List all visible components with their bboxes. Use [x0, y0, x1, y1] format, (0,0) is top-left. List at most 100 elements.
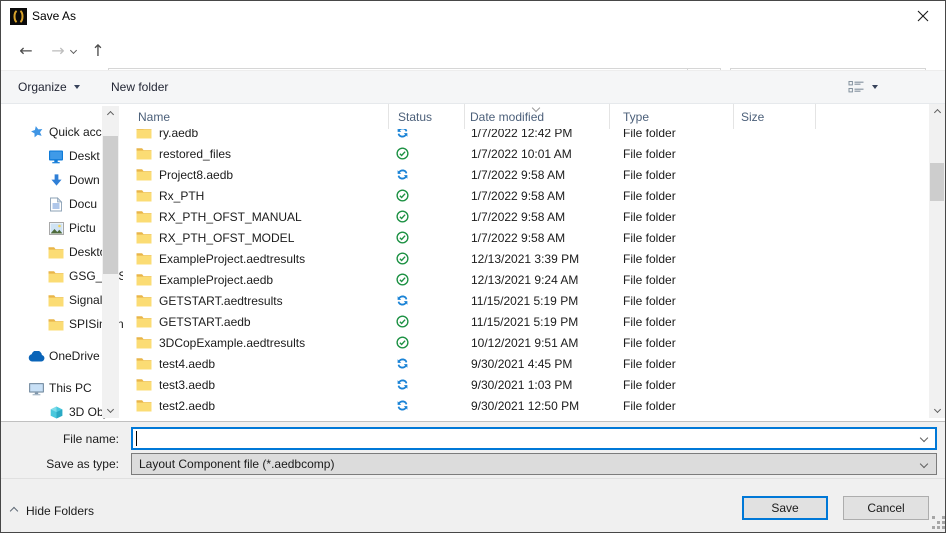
back-button[interactable]: ← [13, 31, 39, 70]
date-modified-cell: 1/7/2022 9:58 AM [471, 230, 566, 245]
column-header-date-modified[interactable]: Date modified [465, 103, 610, 129]
file-row[interactable]: GETSTART.aedtresults 11/15/2021 5:19 PM Fi… [126, 290, 929, 311]
synced-icon [396, 210, 409, 223]
syncing-icon [396, 129, 409, 139]
organize-menu[interactable]: Organize [18, 71, 80, 103]
file-row[interactable]: test4.aedb 9/30/2021 4:45 PM File folder [126, 353, 929, 374]
folder-icon [136, 231, 152, 244]
file-name-input[interactable] [131, 427, 937, 450]
file-name-cell: Rx_PTH [126, 189, 389, 203]
file-list: Name Status Date modified Type Size ry.a… [126, 103, 929, 421]
up-button[interactable]: ↑ [85, 31, 111, 70]
close-icon [917, 10, 928, 22]
folder-icon [136, 273, 152, 286]
file-row[interactable]: restored_files 1/7/2022 10:01 AM File fold… [126, 143, 929, 164]
save-as-type-value: Layout Component file (*.aedbcomp) [139, 457, 335, 471]
details-view-icon [848, 81, 864, 93]
file-row[interactable]: GETSTART.aedb 11/15/2021 5:19 PM File fold… [126, 311, 929, 332]
save-button[interactable]: Save [742, 496, 828, 520]
close-button[interactable] [900, 1, 945, 31]
document-icon [47, 196, 65, 212]
scrollbar-thumb[interactable] [103, 136, 118, 274]
scrollbar-thumb[interactable] [930, 163, 944, 201]
type-cell: File folder [623, 398, 676, 413]
type-cell: File folder [623, 293, 676, 308]
file-name-cell: ry.aedb [126, 129, 389, 140]
folder-icon [136, 399, 152, 412]
file-name-cell: RX_PTH_OFST_MANUAL [126, 210, 389, 224]
scroll-down-icon[interactable] [102, 401, 119, 418]
type-cell: File folder [623, 230, 676, 245]
title-bar[interactable]: Save As [1, 1, 945, 31]
scroll-down-icon[interactable] [929, 401, 945, 418]
folder-icon [136, 147, 152, 160]
syncing-icon [396, 168, 409, 181]
syncing-icon [396, 399, 409, 412]
recent-locations-button[interactable] [65, 31, 81, 70]
cancel-button[interactable]: Cancel [843, 496, 929, 520]
file-name-text: ExampleProject.aedb [159, 272, 274, 287]
quick-access-star-icon [27, 124, 45, 140]
scroll-up-icon[interactable] [929, 104, 945, 121]
column-header-size[interactable]: Size [734, 104, 816, 129]
hide-folders-button[interactable]: Hide Folders [9, 502, 95, 520]
list-scrollbar[interactable] [929, 104, 945, 418]
type-cell: File folder [623, 167, 676, 182]
dialog-title: Save As [32, 9, 77, 23]
file-row[interactable]: RX_PTH_OFST_MODEL 1/7/2022 9:58 AM File fo… [126, 227, 929, 248]
date-modified-cell: 1/7/2022 9:58 AM [471, 167, 566, 182]
folder-icon [47, 292, 65, 308]
file-row[interactable]: test3.aedb 9/30/2021 1:03 PM File folder [126, 374, 929, 395]
folder-icon [136, 378, 152, 391]
synced-icon [396, 147, 409, 160]
file-name-cell: test2.aedb [126, 399, 389, 413]
folder-icon [136, 315, 152, 328]
change-view-button[interactable] [848, 71, 878, 103]
sidebar-item-label: Deskt [69, 149, 100, 163]
file-name-cell: GETSTART.aedtresults [126, 294, 389, 308]
file-name-text: RX_PTH_OFST_MODEL [159, 230, 295, 245]
new-folder-button[interactable]: New folder [111, 71, 168, 103]
column-header-type[interactable]: Type [610, 104, 734, 129]
date-modified-cell: 11/15/2021 5:19 PM [471, 314, 579, 329]
column-header-status[interactable]: Status [389, 104, 465, 129]
file-row[interactable]: RX_PTH_OFST_MANUAL 1/7/2022 9:58 AM File f… [126, 206, 929, 227]
file-row[interactable]: ExampleProject.aedb 12/13/2021 9:24 AM Fil… [126, 269, 929, 290]
file-name-cell: ExampleProject.aedb [126, 273, 389, 287]
date-modified-cell: 9/30/2021 12:50 PM [471, 398, 580, 413]
syncing-icon [396, 378, 409, 391]
type-cell: File folder [623, 272, 676, 287]
resize-grip-icon[interactable] [932, 516, 935, 519]
this-pc-monitor-icon [27, 380, 45, 396]
file-name-text: 3DCopExample.aedtresults [159, 335, 306, 350]
sidebar-item-label: Pictu [69, 221, 96, 235]
file-row[interactable]: ExampleProject.aedtresults 12/13/2021 3:3… [126, 248, 929, 269]
file-row[interactable]: Rx_PTH 1/7/2022 9:58 AM File folder [126, 185, 929, 206]
folder-icon [136, 357, 152, 370]
file-rows-viewport: ry.aedb 1/7/2022 12:42 PM File folder resto… [126, 129, 929, 416]
3d-objects-cube-icon [47, 404, 65, 420]
file-name-text: restored_files [159, 146, 232, 161]
file-row[interactable]: 3DCopExample.aedtresults 10/12/2021 9:51 … [126, 332, 929, 353]
date-modified-cell: 12/13/2021 3:39 PM [471, 251, 580, 266]
column-header-filler [816, 104, 929, 129]
sidebar-item-label: Quick acc [49, 125, 102, 139]
date-modified-cell: 1/7/2022 10:01 AM [471, 146, 572, 161]
type-cell: File folder [623, 146, 676, 161]
column-header-name[interactable]: Name [126, 104, 389, 129]
file-row[interactable]: test2.aedb 9/30/2021 12:50 PM File folder [126, 395, 929, 416]
hide-folders-label: Hide Folders [26, 504, 95, 518]
navigation-bar: ← → ↑ This PC Desktop [1, 31, 945, 94]
sidebar-scrollbar[interactable] [102, 106, 119, 418]
scroll-up-icon[interactable] [102, 106, 119, 123]
main-area: Quick acc Deskt Down Docu Pictu Desktop GSG_HF… [1, 103, 945, 421]
file-name-text: test2.aedb [159, 398, 216, 413]
file-row[interactable]: Project8.aedb 1/7/2022 9:58 AM File folder [126, 164, 929, 185]
date-modified-cell: 1/7/2022 12:42 PM [471, 129, 573, 140]
file-name-cell: restored_files [126, 147, 389, 161]
file-row[interactable]: ry.aedb 1/7/2022 12:42 PM File folder [126, 129, 929, 143]
save-as-dialog: Save As ← → ↑ This PC Desktop [0, 0, 946, 533]
text-caret [136, 431, 137, 446]
save-as-type-select[interactable]: Layout Component file (*.aedbcomp) [131, 453, 937, 475]
file-name-label: File name: [62, 432, 119, 446]
